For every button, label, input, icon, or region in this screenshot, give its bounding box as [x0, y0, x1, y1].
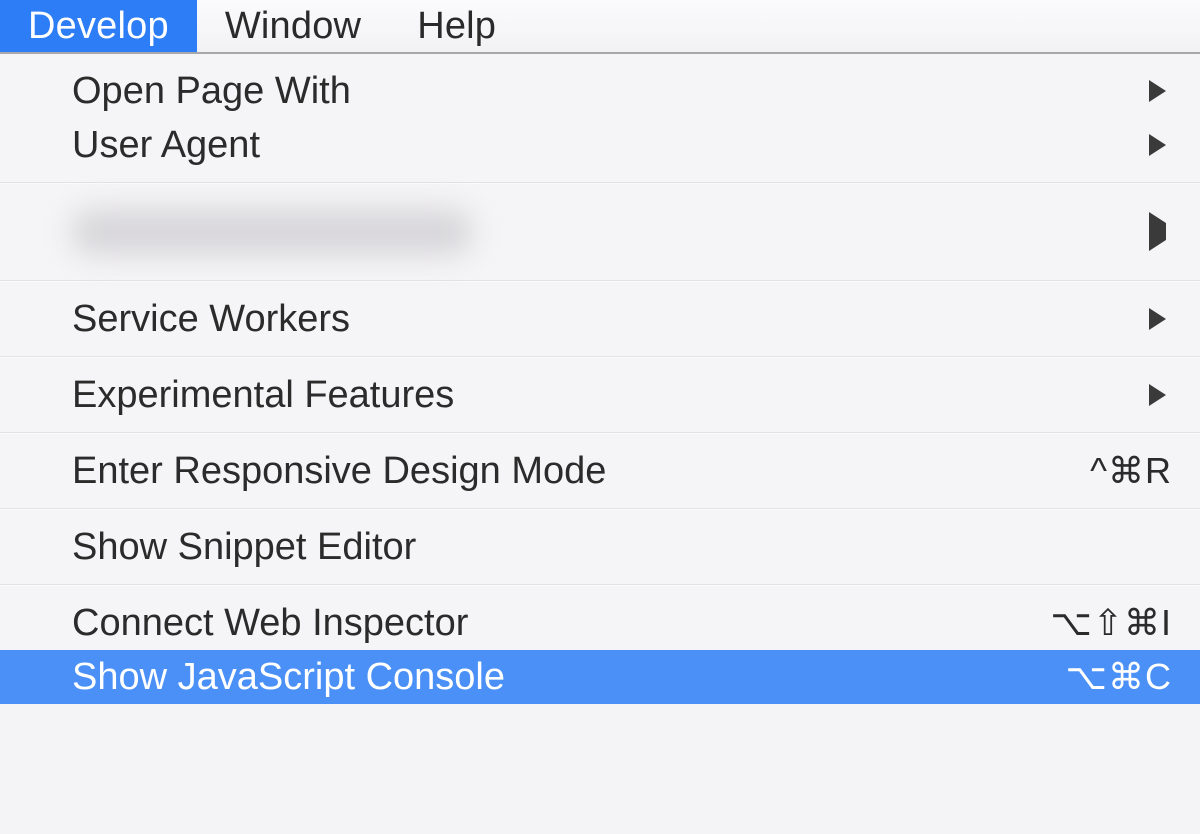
menu-item-label: Enter Responsive Design Mode: [72, 450, 606, 493]
chevron-right-icon: [1149, 212, 1166, 251]
menu-item-shortcut: ⌥⌘C: [1066, 656, 1172, 698]
menubar: Develop Window Help: [0, 0, 1200, 54]
menu-group: Connect Web Inspector ⌥⇧⌘I Show JavaScri…: [0, 586, 1200, 704]
develop-menu: Open Page With User Agent Service Worker…: [0, 54, 1200, 704]
menu-item-show-javascript-console[interactable]: Show JavaScript Console ⌥⌘C: [0, 650, 1200, 704]
menu-item-label: Service Workers: [72, 298, 350, 341]
menu-item-label: Show JavaScript Console: [72, 656, 505, 699]
menubar-item-window[interactable]: Window: [197, 0, 389, 52]
menu-group: Show Snippet Editor: [0, 510, 1200, 584]
menu-group: Enter Responsive Design Mode ^⌘R: [0, 434, 1200, 508]
menu-group: Service Workers: [0, 282, 1200, 356]
redacted-label: [72, 209, 472, 255]
menu-item-enter-responsive-design-mode[interactable]: Enter Responsive Design Mode ^⌘R: [0, 444, 1200, 498]
chevron-right-icon: [1149, 308, 1166, 330]
menu-item-open-page-with[interactable]: Open Page With: [0, 64, 1200, 118]
chevron-right-icon: [1149, 80, 1166, 102]
submenu-indicator: [1149, 308, 1172, 330]
menubar-item-label: Help: [417, 5, 496, 48]
menubar-item-develop[interactable]: Develop: [0, 0, 197, 52]
submenu-indicator: [1149, 134, 1172, 156]
menu-group: Experimental Features: [0, 358, 1200, 432]
menu-item-shortcut: ⌥⇧⌘I: [1050, 602, 1172, 644]
menubar-item-label: Develop: [28, 5, 169, 48]
menu-item-service-workers[interactable]: Service Workers: [0, 292, 1200, 346]
menubar-item-label: Window: [225, 5, 361, 48]
submenu-indicator: [1149, 80, 1172, 102]
chevron-right-icon: [1149, 384, 1166, 406]
menu-item-label: User Agent: [72, 124, 260, 167]
menu-item-show-snippet-editor[interactable]: Show Snippet Editor: [0, 520, 1200, 574]
menu-item-shortcut: ^⌘R: [1090, 450, 1172, 492]
menu-item-label: Experimental Features: [72, 374, 454, 417]
menu-item-label: Show Snippet Editor: [72, 526, 416, 569]
menu-group: Open Page With User Agent: [0, 54, 1200, 182]
menu-item-label: Open Page With: [72, 70, 351, 113]
submenu-indicator: [1149, 384, 1172, 406]
menubar-item-help[interactable]: Help: [389, 0, 524, 52]
menu-item-connect-web-inspector[interactable]: Connect Web Inspector ⌥⇧⌘I: [0, 596, 1200, 650]
menu-item-experimental-features[interactable]: Experimental Features: [0, 368, 1200, 422]
menu-item-label: Connect Web Inspector: [72, 602, 468, 645]
menu-item-redacted-device[interactable]: [0, 184, 1200, 280]
submenu-indicator: [1149, 223, 1172, 241]
chevron-right-icon: [1149, 134, 1166, 156]
menu-item-user-agent[interactable]: User Agent: [0, 118, 1200, 172]
